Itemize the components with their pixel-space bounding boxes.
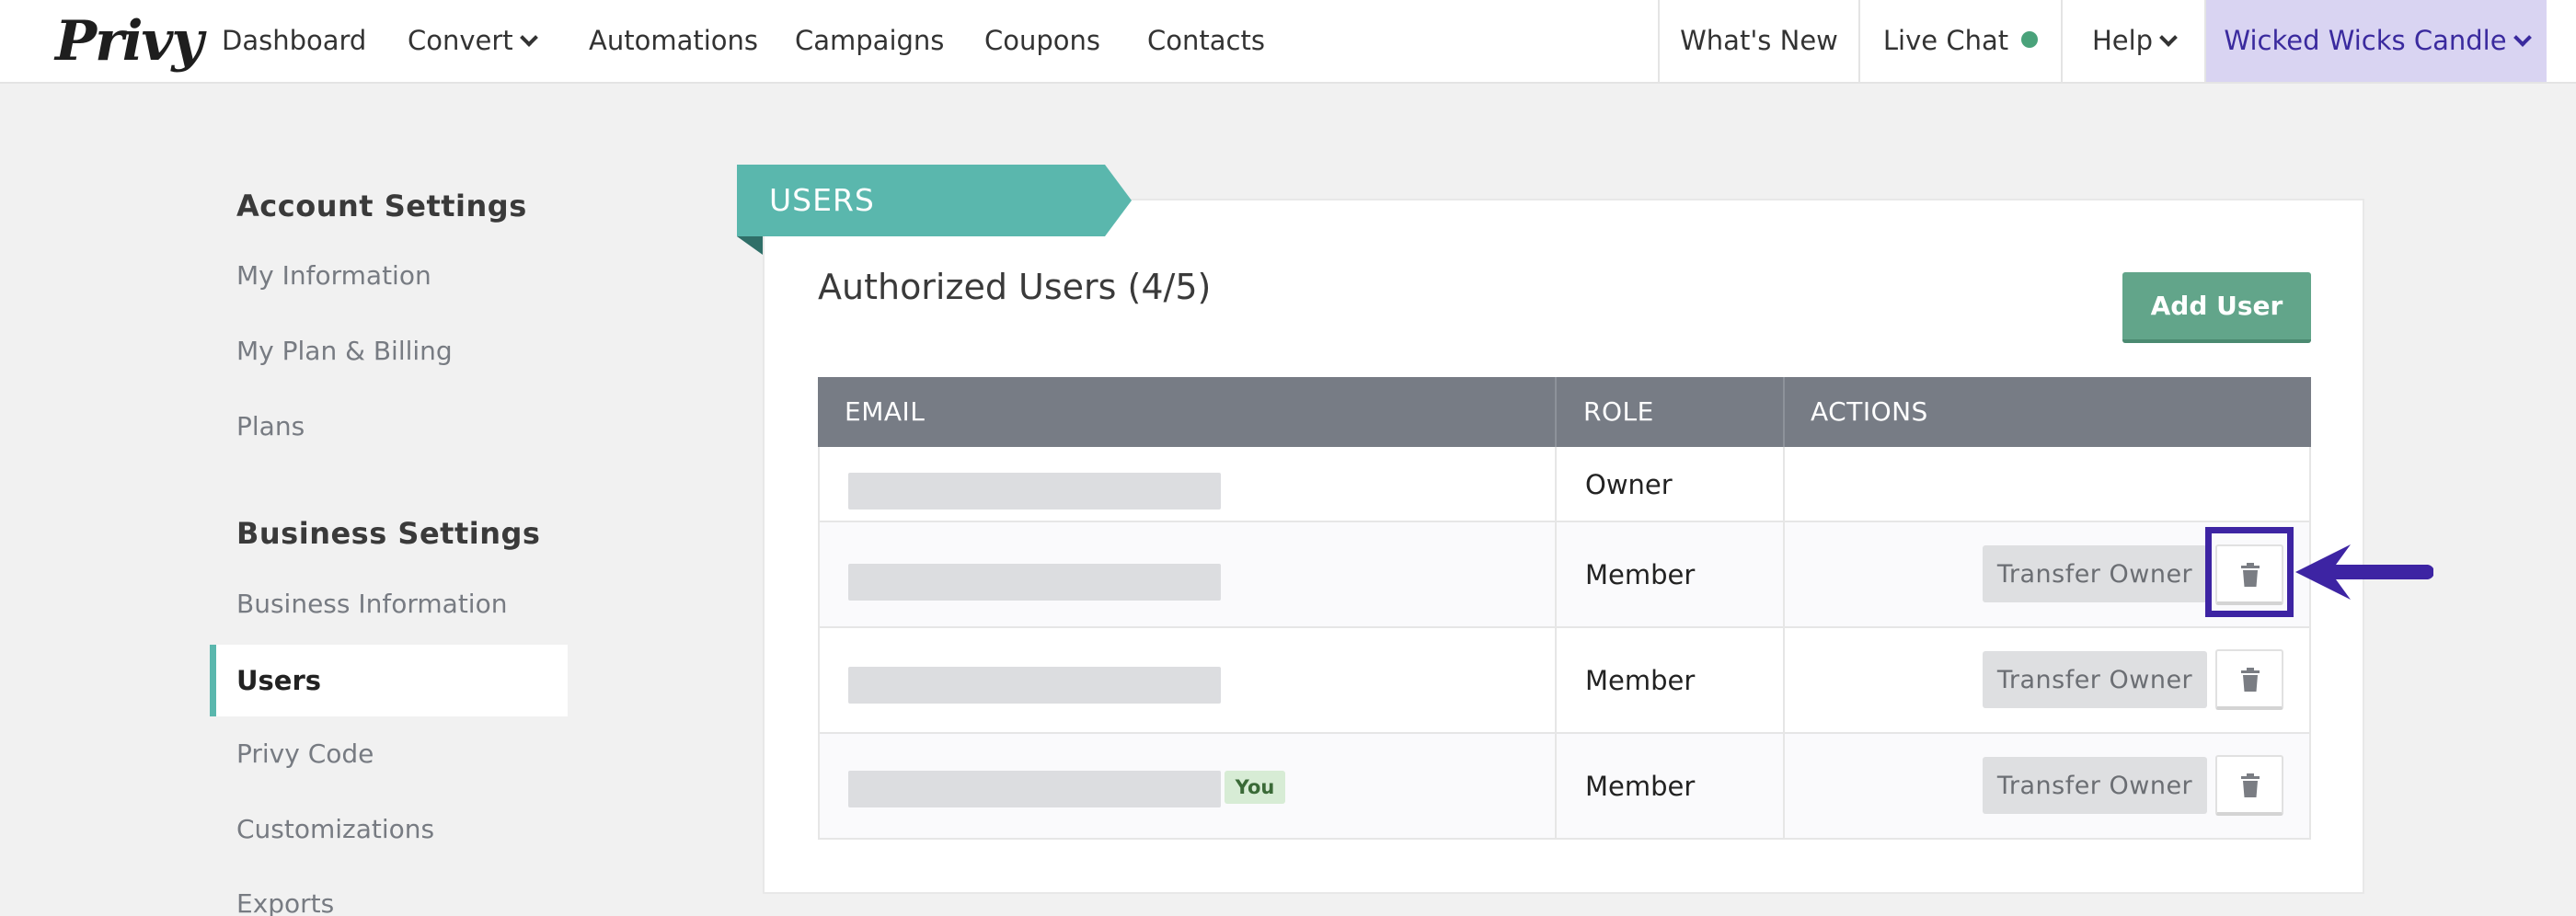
role-value: Owner: [1585, 469, 1673, 500]
role-value: Member: [1585, 559, 1696, 590]
sidebar-item-business-information[interactable]: Business Information: [236, 589, 507, 619]
highlight-box: [2205, 527, 2294, 617]
delete-user-button[interactable]: [2215, 755, 2283, 816]
cell-divider: [1783, 447, 1785, 521]
privy-logo[interactable]: Privy: [55, 9, 203, 74]
current-user-badge: You: [1225, 771, 1285, 804]
table-header: EMAIL ROLE ACTIONS: [818, 377, 2311, 447]
nav-automations-label: Automations: [589, 25, 759, 56]
column-header-actions: ACTIONS: [1811, 396, 1928, 427]
column-header-email: EMAIL: [845, 396, 926, 427]
table-row: Owner: [818, 447, 2311, 522]
nav-convert[interactable]: Convert: [408, 0, 538, 82]
nav-contacts[interactable]: Contacts: [1147, 0, 1265, 82]
cell-divider: [1555, 628, 1557, 732]
nav-dashboard[interactable]: Dashboard: [222, 0, 366, 82]
sidebar-item-customizations[interactable]: Customizations: [236, 814, 434, 844]
redacted-email: [848, 564, 1221, 601]
redacted-email: [848, 473, 1221, 510]
transfer-owner-button[interactable]: Transfer Owner: [1983, 651, 2207, 708]
sidebar-item-plans[interactable]: Plans: [236, 411, 305, 441]
trash-icon: [2241, 668, 2260, 692]
role-value: Member: [1585, 665, 1696, 696]
cell-divider: [1783, 628, 1785, 732]
annotation-arrow-icon: [2295, 544, 2433, 600]
table-row: Member Transfer Owner: [818, 628, 2311, 734]
column-divider: [1783, 377, 1785, 447]
nav-coupons[interactable]: Coupons: [984, 0, 1100, 82]
sidebar-item-users[interactable]: Users: [210, 645, 568, 716]
cell-divider: [1555, 734, 1557, 838]
top-navigation: Privy Dashboard Convert Automations Camp…: [0, 0, 2576, 84]
delete-user-button[interactable]: [2215, 649, 2283, 710]
cell-divider: [1555, 447, 1557, 521]
business-settings-heading: Business Settings: [236, 516, 541, 551]
sidebar-item-plan-billing[interactable]: My Plan & Billing: [236, 336, 453, 366]
live-chat-label: Live Chat: [1882, 25, 2009, 56]
sidebar-item-privy-code[interactable]: Privy Code: [236, 739, 374, 769]
nav-automations[interactable]: Automations: [589, 0, 758, 82]
chevron-down-icon: [519, 29, 538, 47]
chevron-down-icon: [2513, 29, 2532, 47]
trash-icon: [2241, 773, 2260, 797]
chevron-down-icon: [2159, 29, 2178, 47]
account-settings-heading: Account Settings: [236, 189, 527, 223]
sidebar-item-users-label: Users: [236, 665, 322, 696]
redacted-email: [848, 771, 1221, 807]
nav-convert-label: Convert: [408, 25, 513, 56]
nav-contacts-label: Contacts: [1147, 25, 1265, 56]
nav-coupons-label: Coupons: [984, 25, 1101, 56]
cell-divider: [1555, 522, 1557, 626]
live-chat-link[interactable]: Live Chat: [1858, 0, 2061, 82]
table-row: You Member Transfer Owner: [818, 734, 2311, 840]
transfer-owner-button[interactable]: Transfer Owner: [1983, 757, 2207, 814]
whats-new-label: What's New: [1680, 25, 1838, 56]
sidebar-item-exports[interactable]: Exports: [236, 888, 334, 916]
help-label: Help: [2091, 25, 2154, 56]
section-title: USERS: [769, 182, 875, 218]
add-user-button[interactable]: Add User: [2122, 272, 2311, 343]
cell-divider: [1783, 734, 1785, 838]
cell-divider: [1783, 522, 1785, 626]
column-divider: [1555, 377, 1557, 447]
table-row: Member Transfer Owner: [818, 522, 2311, 628]
sidebar-item-my-information[interactable]: My Information: [236, 260, 431, 291]
nav-dashboard-label: Dashboard: [222, 25, 367, 56]
redacted-email: [848, 667, 1221, 704]
online-status-dot-icon: [2021, 31, 2039, 48]
store-account-menu[interactable]: Wicked Wicks Candle: [2204, 0, 2547, 82]
whats-new-link[interactable]: What's New: [1658, 0, 1858, 82]
column-header-role: ROLE: [1583, 396, 1654, 427]
page-title: Authorized Users (4/5): [818, 267, 1212, 307]
store-name-label: Wicked Wicks Candle: [2224, 25, 2507, 56]
nav-campaigns[interactable]: Campaigns: [795, 0, 944, 82]
transfer-owner-button[interactable]: Transfer Owner: [1983, 545, 2207, 602]
role-value: Member: [1585, 771, 1696, 802]
help-menu[interactable]: Help: [2061, 0, 2204, 82]
nav-campaigns-label: Campaigns: [795, 25, 945, 56]
